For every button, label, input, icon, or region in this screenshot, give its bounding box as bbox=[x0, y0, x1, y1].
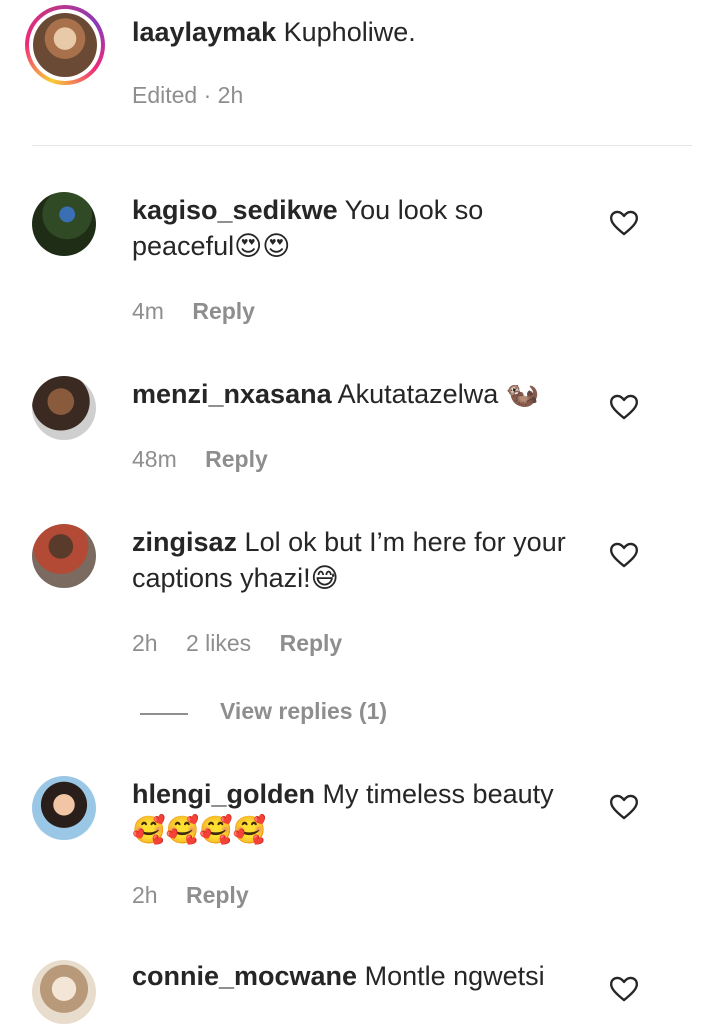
avatar-connie[interactable] bbox=[32, 960, 96, 1024]
comment-3-text: zingisaz Lol ok but I’m here for your ca… bbox=[132, 524, 592, 596]
caption-meta: Edited · 2h bbox=[132, 82, 244, 108]
caption-text: laaylaymak Kupholiwe. bbox=[132, 14, 592, 50]
avatar-hlengi[interactable] bbox=[32, 776, 96, 840]
heart-outline-icon[interactable] bbox=[610, 394, 638, 420]
comment-username[interactable]: menzi_nxasana bbox=[132, 379, 332, 409]
comment-username[interactable]: kagiso_sedikwe bbox=[132, 195, 338, 225]
heart-outline-icon[interactable] bbox=[610, 976, 638, 1002]
avatar-zingisaz[interactable] bbox=[32, 524, 96, 588]
comment-2-meta: 48m Reply bbox=[132, 446, 290, 473]
heart-outline-icon[interactable] bbox=[610, 542, 638, 568]
divider bbox=[32, 145, 692, 146]
reply-button[interactable]: Reply bbox=[280, 630, 343, 656]
comment-1-text: kagiso_sedikwe You look so peaceful😍😍 bbox=[132, 192, 592, 264]
caption-body: Kupholiwe. bbox=[283, 17, 416, 47]
comment-time: 48m bbox=[132, 446, 177, 472]
comment-4-text: hlengi_golden My timeless beauty 🥰🥰🥰🥰 bbox=[132, 776, 592, 848]
comment-time: 2h bbox=[132, 630, 158, 656]
comment-likes[interactable]: 2 likes bbox=[186, 630, 251, 656]
heart-outline-icon[interactable] bbox=[610, 210, 638, 236]
comment-body: Akutatazelwa 🦦 bbox=[337, 379, 540, 409]
avatar-kagiso[interactable] bbox=[32, 192, 96, 256]
caption-username[interactable]: laaylaymak bbox=[132, 17, 276, 47]
comment-body: Montle ngwetsi bbox=[364, 961, 545, 991]
heart-outline-icon[interactable] bbox=[610, 794, 638, 820]
view-replies-line bbox=[140, 713, 188, 715]
story-ring[interactable] bbox=[25, 5, 105, 85]
view-replies-button[interactable]: View replies (1) bbox=[220, 698, 387, 725]
reply-button[interactable]: Reply bbox=[205, 446, 268, 472]
comment-username[interactable]: zingisaz bbox=[132, 527, 237, 557]
comment-3-meta: 2h 2 likes Reply bbox=[132, 630, 364, 657]
comment-5-text: connie_mocwane Montle ngwetsi bbox=[132, 958, 592, 994]
comment-username[interactable]: hlengi_golden bbox=[132, 779, 315, 809]
reply-button[interactable]: Reply bbox=[186, 882, 249, 908]
comment-1-meta: 4m Reply bbox=[132, 298, 277, 325]
avatar-laaylaymak[interactable] bbox=[33, 13, 97, 77]
comment-2-text: menzi_nxasana Akutatazelwa 🦦 bbox=[132, 376, 592, 412]
comment-time: 2h bbox=[132, 882, 158, 908]
comment-username[interactable]: connie_mocwane bbox=[132, 961, 357, 991]
reply-button[interactable]: Reply bbox=[192, 298, 255, 324]
comment-4-meta: 2h Reply bbox=[132, 882, 271, 909]
avatar-menzi[interactable] bbox=[32, 376, 96, 440]
comment-time: 4m bbox=[132, 298, 164, 324]
